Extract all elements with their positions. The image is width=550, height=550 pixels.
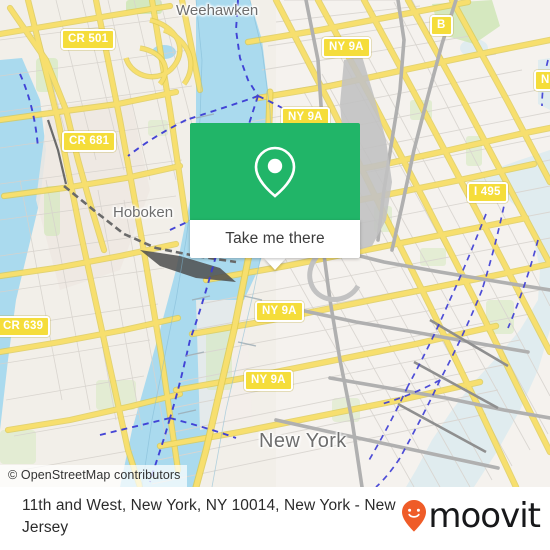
page-footer: 11th and West, New York, NY 10014, New Y… [0,487,550,550]
moovit-smiley-pin-icon [402,500,427,532]
take-me-there-button[interactable]: Take me there [190,220,360,258]
moovit-logo[interactable]: moovit [401,496,541,536]
location-popup-card[interactable]: Take me there [190,123,360,258]
road-shield-cr-639: CR 639 [0,316,51,337]
map-attribution[interactable]: © OpenStreetMap contributors [0,465,187,487]
popup-header [190,123,360,220]
popup-tail [264,258,286,270]
road-shield-cr-501: CR 501 [61,29,116,50]
road-shield-ny-9a-mid: NY 9A [255,301,304,322]
place-label-hoboken: Hoboken [113,204,174,221]
road-shield-ny-9a-north: NY 9A [322,37,371,58]
moovit-wordmark: moovit [428,496,541,536]
road-shield-cr-681: CR 681 [62,131,117,152]
address-text: 11th and West, New York, NY 10014, New Y… [22,497,396,536]
take-me-there-label: Take me there [225,230,325,247]
road-shield-i-495: I 495 [467,182,508,203]
place-label-new-york: New York [259,430,347,452]
moovit-map-page: Weehawken Hoboken New York CR 501 NY 9A … [0,0,550,550]
place-label-weehawken: Weehawken [176,2,259,19]
road-shield-ny-edge: NY [534,70,550,91]
map-pin-icon [254,146,296,198]
road-shield-b: B [430,15,453,36]
road-shield-ny-9a-lower: NY 9A [244,370,293,391]
